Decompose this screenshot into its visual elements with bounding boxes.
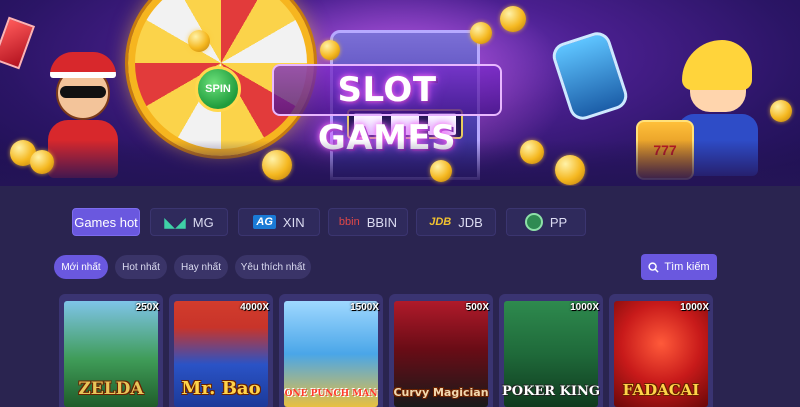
provider-tab-label: Games hot (74, 214, 138, 230)
search-icon (648, 261, 659, 273)
game-title: FADACAI (622, 381, 700, 399)
game-card-curvy-magician[interactable]: 500X Curvy Magician (389, 294, 493, 407)
coin-icon (500, 6, 526, 32)
game-card-fadacai[interactable]: 1000X FADACAI (609, 294, 713, 407)
provider-tab-label: MG (192, 214, 214, 230)
game-card-mr-bao[interactable]: 4000X Mr. Bao (169, 294, 273, 407)
provider-tab-label: PP (549, 214, 568, 230)
coin-icon (320, 40, 340, 60)
multiplier-badge: 1500X (350, 302, 379, 313)
coin-icon (430, 160, 452, 182)
filter-best[interactable]: Hay nhất (174, 255, 228, 279)
game-title: ZELDA (78, 379, 144, 399)
provider-tab-jdb[interactable]: JDB JDB (416, 208, 496, 236)
provider-tab-mg[interactable]: ◣◢ MG (150, 208, 228, 236)
coin-icon (770, 100, 792, 122)
search-button-label: Tìm kiếm (664, 261, 710, 273)
multiplier-badge: 4000X (240, 302, 269, 313)
game-title: Curvy Magician (393, 386, 489, 399)
provider-tab-xin[interactable]: AG XIN (238, 208, 320, 236)
coin-icon (470, 22, 492, 44)
mg-logo-icon: ◣◢ (164, 213, 186, 230)
ag-logo-icon: AG (253, 215, 276, 229)
game-card-one-punch-man[interactable]: 1500X ONE PUNCH MAN (279, 294, 383, 407)
provider-tab-label: BBIN (366, 214, 398, 230)
game-title: ONE PUNCH MAN (284, 389, 378, 399)
multiplier-badge: 250X (135, 302, 159, 313)
game-card-zelda[interactable]: 250X ZELDA (59, 294, 163, 407)
filter-newest[interactable]: Mới nhất (54, 255, 108, 279)
spin-badge: SPIN (195, 66, 241, 112)
red-gem-icon (0, 16, 36, 70)
provider-tab-games-hot[interactable]: Games hot (72, 208, 140, 236)
filter-favorite[interactable]: Yêu thích nhất (235, 255, 311, 279)
game-title: Mr. Bao (181, 378, 261, 399)
jdb-logo-icon: JDB (429, 216, 452, 228)
pp-logo-icon (524, 213, 543, 231)
coin-icon (555, 155, 585, 185)
coin-icon (30, 150, 54, 174)
bbin-logo-icon: bbin (338, 216, 360, 228)
coin-icon (188, 30, 210, 52)
search-button[interactable]: Tìm kiếm (641, 254, 717, 280)
multiplier-badge: 500X (465, 302, 489, 313)
coin-icon (262, 150, 292, 180)
multiplier-badge: 1000X (680, 302, 709, 313)
filter-hottest[interactable]: Hot nhất (115, 255, 167, 279)
game-card-poker-king[interactable]: 1000X POKER KING (499, 294, 603, 407)
game-title: POKER KING (501, 384, 600, 399)
provider-tab-bbin[interactable]: bbin BBIN (328, 208, 408, 236)
multiplier-badge: 1000X (570, 302, 599, 313)
hero-banner: SPIN SLOT GAMES 777 (0, 0, 800, 186)
coin-icon (520, 140, 544, 164)
provider-tab-pp[interactable]: PP (506, 208, 586, 236)
provider-tab-label: XIN (282, 214, 305, 230)
provider-tab-label: JDB (458, 214, 483, 230)
banner-title: SLOT GAMES (272, 64, 502, 158)
